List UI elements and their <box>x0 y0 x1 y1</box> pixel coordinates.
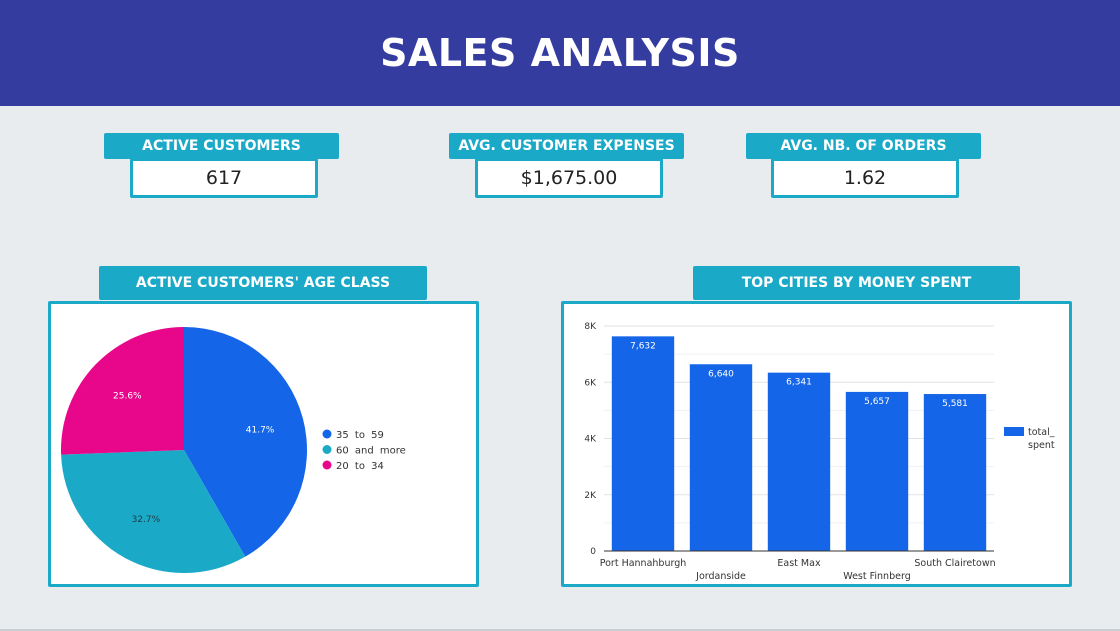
bar <box>923 394 987 551</box>
pie-chart-title: ACTIVE CUSTOMERS' AGE CLASS <box>99 266 427 300</box>
legend-label: spent <box>1028 440 1055 451</box>
pie-slice-label: 32.7% <box>132 515 161 525</box>
legend-swatch <box>322 445 332 454</box>
bar-value-label: 6,341 <box>786 378 812 388</box>
kpi-avg-expenses-value: $1,675.00 <box>475 158 663 198</box>
bar-value-label: 6,640 <box>708 369 734 379</box>
bar-value-label: 7,632 <box>630 341 656 351</box>
pie-chart: 41.7% 32.7% 25.6% 35 to 59 60 and more 20 to … <box>61 327 406 573</box>
y-tick-label: 4K <box>584 435 597 445</box>
legend-label: 35 to 59 <box>336 430 384 441</box>
legend-swatch <box>322 460 332 470</box>
bar <box>689 364 753 551</box>
x-tick-label: East Max <box>777 558 821 569</box>
y-tick-label: 8K <box>584 322 597 332</box>
x-tick-label: Port Hannahburgh <box>600 558 687 569</box>
x-tick-label: South Clairetown <box>914 558 995 569</box>
bar-chart-panel: 0 2K 4K 6K 8K 7,632 Port Hannahburgh 6,640 Jorda… <box>561 301 1072 587</box>
bar-value-label: 5,657 <box>864 397 890 407</box>
legend-swatch <box>1004 427 1024 436</box>
kpi-avg-orders-label: AVG. NB. OF ORDERS <box>746 133 981 159</box>
bar-value-label: 5,581 <box>942 399 968 409</box>
kpi-avg-expenses-label: AVG. CUSTOMER EXPENSES <box>449 133 684 159</box>
legend-label: total_ <box>1028 427 1055 438</box>
kpi-active-customers-value: 617 <box>130 158 318 198</box>
pie-slice-label: 25.6% <box>113 391 142 401</box>
bar-chart: 0 2K 4K 6K 8K 7,632 Port Hannahburgh 6,640 Jorda… <box>584 322 1055 582</box>
pie-chart-panel: 41.7% 32.7% 25.6% 35 to 59 60 and more 20 to … <box>48 301 479 587</box>
bar <box>767 372 831 551</box>
legend-label: 60 and more <box>336 446 406 457</box>
page-title: SALES ANALYSIS <box>380 31 740 75</box>
bar-chart-title: TOP CITIES BY MONEY SPENT <box>693 266 1020 300</box>
y-tick-label: 2K <box>584 491 597 501</box>
x-tick-label: Jordanside <box>695 571 746 582</box>
y-tick-label: 0 <box>590 547 596 557</box>
kpi-avg-orders-value: 1.62 <box>771 158 959 198</box>
pie-slice-label: 41.7% <box>246 426 275 436</box>
y-tick-label: 6K <box>584 378 597 388</box>
header-bar: SALES ANALYSIS <box>0 0 1120 106</box>
x-tick-label: West Finnberg <box>843 571 910 582</box>
bar <box>845 391 909 551</box>
bar <box>611 336 675 551</box>
legend-label: 20 to 34 <box>336 461 384 472</box>
kpi-active-customers-label: ACTIVE CUSTOMERS <box>104 133 339 159</box>
legend-swatch <box>322 429 332 439</box>
